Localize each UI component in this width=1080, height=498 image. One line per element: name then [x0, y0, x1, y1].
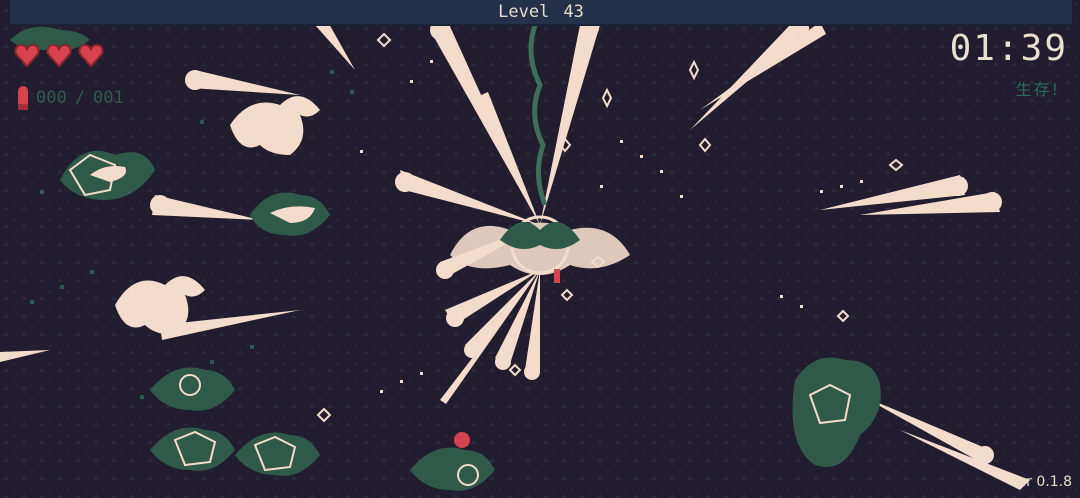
level-label: Level: [498, 2, 550, 22]
level-value: 43: [563, 2, 584, 22]
ammo-current: 000: [36, 88, 67, 108]
status-text: 生存!: [1015, 80, 1060, 99]
heart-icon: [14, 43, 40, 68]
bullet-icon: [18, 86, 28, 110]
level-bar: Level 43: [10, 0, 1072, 26]
heart-icon: [46, 43, 72, 68]
ammo-separator: /: [74, 88, 85, 108]
game-field: [0, 0, 1080, 498]
heart-icon: [78, 43, 104, 68]
ammo-max: 001: [92, 88, 124, 108]
version-label: ver 0.1.8: [1009, 474, 1072, 490]
red-orb-pickup: [454, 432, 470, 448]
survival-timer: 01:39: [949, 28, 1068, 69]
health-hearts: [14, 42, 104, 68]
ammo-counter: 000 / 001: [18, 86, 124, 110]
